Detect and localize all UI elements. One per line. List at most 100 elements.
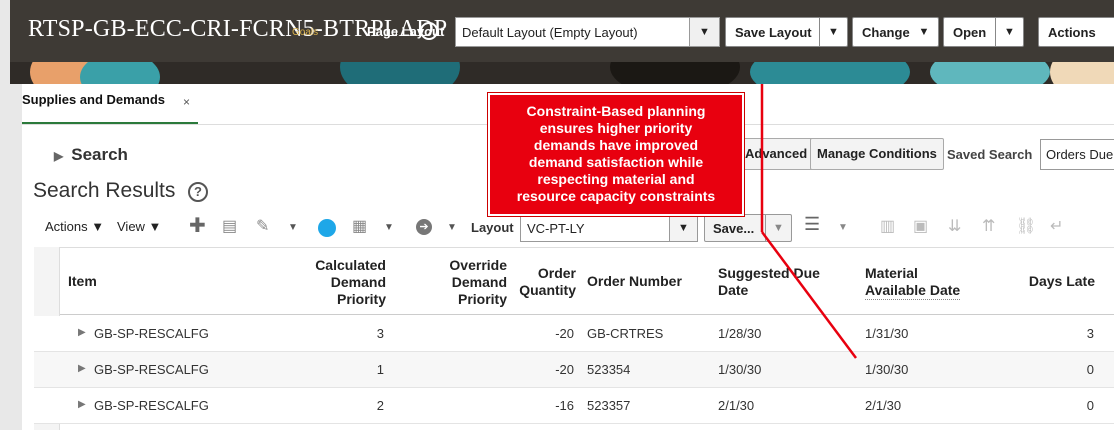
- save-layout-label: Save Layout: [735, 25, 812, 40]
- add-icon[interactable]: ✚: [189, 213, 206, 238]
- table-row[interactable]: ▶ GB-SP-RESCALFG 1 -20 523354 1/30/30 1/…: [34, 352, 1114, 388]
- chevron-down-icon[interactable]: ▼: [447, 222, 457, 233]
- freeze-icon[interactable]: ▥: [880, 216, 895, 236]
- chevron-down-icon[interactable]: ▼: [765, 215, 791, 241]
- saved-search-label: Saved Search: [947, 147, 1033, 162]
- chevron-down-icon[interactable]: ▼: [838, 222, 848, 233]
- col-label-line: Demand: [330, 274, 386, 290]
- saved-search-select[interactable]: Orders Due: [1040, 139, 1114, 170]
- decorative-banner: [10, 62, 1114, 84]
- col-label-line: Suggested Due: [718, 265, 820, 281]
- cell-order-number: 523354: [587, 362, 631, 377]
- help-icon[interactable]: [420, 22, 438, 40]
- chevron-down-icon[interactable]: ▼: [689, 18, 719, 46]
- cell-days-late: 0: [1086, 398, 1094, 413]
- cell-item: GB-SP-RESCALFG: [94, 362, 209, 377]
- chevron-down-icon[interactable]: ▼: [288, 222, 298, 233]
- page-layout-value: Default Layout (Empty Layout): [462, 25, 638, 40]
- col-label-line: Date: [718, 282, 749, 298]
- change-button[interactable]: Change ▼: [852, 17, 939, 47]
- change-label: Change: [862, 25, 910, 40]
- cell-material-available: 1/31/30: [865, 326, 909, 341]
- cell-suggested-due: 1/30/30: [718, 362, 762, 377]
- advanced-button[interactable]: Advanced: [738, 138, 815, 170]
- wrap-icon[interactable]: ▣: [913, 216, 928, 236]
- cell-order-number: GB-CRTRES: [587, 326, 664, 341]
- help-icon[interactable]: ?: [188, 182, 208, 202]
- table-row[interactable]: ▶ GB-SP-RESCALFG 3 -20 GB-CRTRES 1/28/30…: [34, 316, 1114, 352]
- callout-line: respecting material and: [537, 171, 695, 187]
- callout-line: resource capacity constraints: [516, 188, 716, 204]
- link-icon[interactable]: ⛓: [1016, 216, 1036, 236]
- table-layout-select[interactable]: VC-PT-LY ▼: [520, 214, 698, 242]
- sort-up-icon[interactable]: ⇈: [982, 216, 995, 236]
- chevron-down-icon[interactable]: ▼: [995, 18, 1023, 46]
- callout-line: Constraint-Based planning: [526, 103, 706, 119]
- enter-icon[interactable]: ↵: [1050, 216, 1063, 236]
- col-calculated-demand-priority[interactable]: Calculated Demand Priority: [292, 257, 386, 308]
- actions-label: Actions: [1048, 25, 1096, 40]
- cell-calc-priority: 1: [376, 362, 384, 377]
- cell-material-available: 1/30/30: [865, 362, 909, 377]
- cell-days-late: 0: [1086, 362, 1094, 377]
- cell-calc-priority: 2: [376, 398, 384, 413]
- cell-suggested-due: 2/1/30: [718, 398, 755, 413]
- manage-conditions-button[interactable]: Manage Conditions: [810, 138, 944, 170]
- layout-label: Layout: [471, 220, 514, 235]
- sort-down-icon[interactable]: ⇊: [948, 216, 961, 236]
- col-override-demand-priority[interactable]: Override Demand Priority: [414, 257, 507, 308]
- col-item[interactable]: Item: [68, 273, 97, 290]
- expand-row-icon[interactable]: ▶: [78, 399, 86, 410]
- table-header: Item Calculated Demand Priority Override…: [34, 247, 1114, 315]
- open-button[interactable]: Open ▼: [943, 17, 1024, 47]
- callout-line: demand satisfaction while: [528, 154, 704, 170]
- chevron-down-icon[interactable]: ▼: [669, 215, 697, 241]
- save-table-layout-button[interactable]: Save... ▼: [704, 214, 792, 242]
- actions-button[interactable]: Actions: [1038, 17, 1114, 47]
- detach-icon[interactable]: ▤: [222, 216, 237, 236]
- col-label-line: Override: [449, 257, 507, 273]
- col-label-line: Material: [865, 265, 918, 281]
- cell-item: GB-SP-RESCALFG: [94, 398, 209, 413]
- cell-order-qty: -20: [555, 362, 574, 377]
- col-order-quantity[interactable]: Order Quantity: [514, 265, 576, 299]
- col-label-line: Priority: [336, 291, 386, 307]
- expand-triangle-icon: ▶: [54, 149, 64, 163]
- col-material-available-date[interactable]: Material Available Date: [865, 265, 961, 300]
- callout-line: demands have improved: [533, 137, 699, 153]
- expand-row-icon[interactable]: ▶: [78, 327, 86, 338]
- cell-suggested-due: 1/28/30: [718, 326, 762, 341]
- close-icon[interactable]: ×: [183, 95, 190, 109]
- cell-order-qty: -20: [555, 326, 574, 341]
- open-label: Open: [953, 25, 987, 40]
- col-days-late[interactable]: Days Late: [1009, 273, 1095, 290]
- search-results-title: Search Results: [33, 179, 176, 202]
- col-label-line: Quantity: [519, 282, 576, 298]
- edit-icon[interactable]: ✎: [256, 216, 269, 236]
- col-suggested-due-date[interactable]: Suggested Due Date: [718, 265, 820, 299]
- cell-item: GB-SP-RESCALFG: [94, 326, 209, 341]
- col-label-line: Demand: [451, 274, 507, 290]
- grid-icon[interactable]: ▦: [352, 216, 367, 236]
- page-layout-select[interactable]: Default Layout (Empty Layout) ▼: [455, 17, 720, 47]
- goals-link[interactable]: Goals: [292, 27, 318, 38]
- col-label-line: Calculated: [315, 257, 386, 273]
- cell-material-available: 2/1/30: [865, 398, 902, 413]
- chevron-down-icon[interactable]: ▼: [819, 18, 847, 46]
- col-order-number[interactable]: Order Number: [587, 273, 682, 290]
- actions-menu[interactable]: Actions ▼: [45, 219, 104, 234]
- save-layout-button[interactable]: Save Layout ▼: [725, 17, 848, 47]
- table-layout-value: VC-PT-LY: [527, 221, 585, 236]
- expand-row-icon[interactable]: ▶: [78, 363, 86, 374]
- search-header-label: Search: [71, 145, 128, 164]
- table-row[interactable]: ▶ GB-SP-RESCALFG 2 -16 523357 2/1/30 2/1…: [34, 388, 1114, 424]
- go-arrow-icon[interactable]: ➔: [416, 219, 432, 235]
- status-dot-icon[interactable]: [318, 219, 336, 237]
- search-section-toggle[interactable]: ▶ Search: [54, 145, 128, 165]
- callout-annotation: Constraint-Based planning ensures higher…: [488, 93, 744, 216]
- tab-supplies-and-demands[interactable]: Supplies and Demands: [22, 92, 165, 107]
- chevron-down-icon[interactable]: ▼: [384, 222, 394, 233]
- callout-line: ensures higher priority: [539, 120, 693, 136]
- columns-icon[interactable]: ☰: [804, 214, 820, 235]
- view-menu[interactable]: View ▼: [117, 219, 161, 234]
